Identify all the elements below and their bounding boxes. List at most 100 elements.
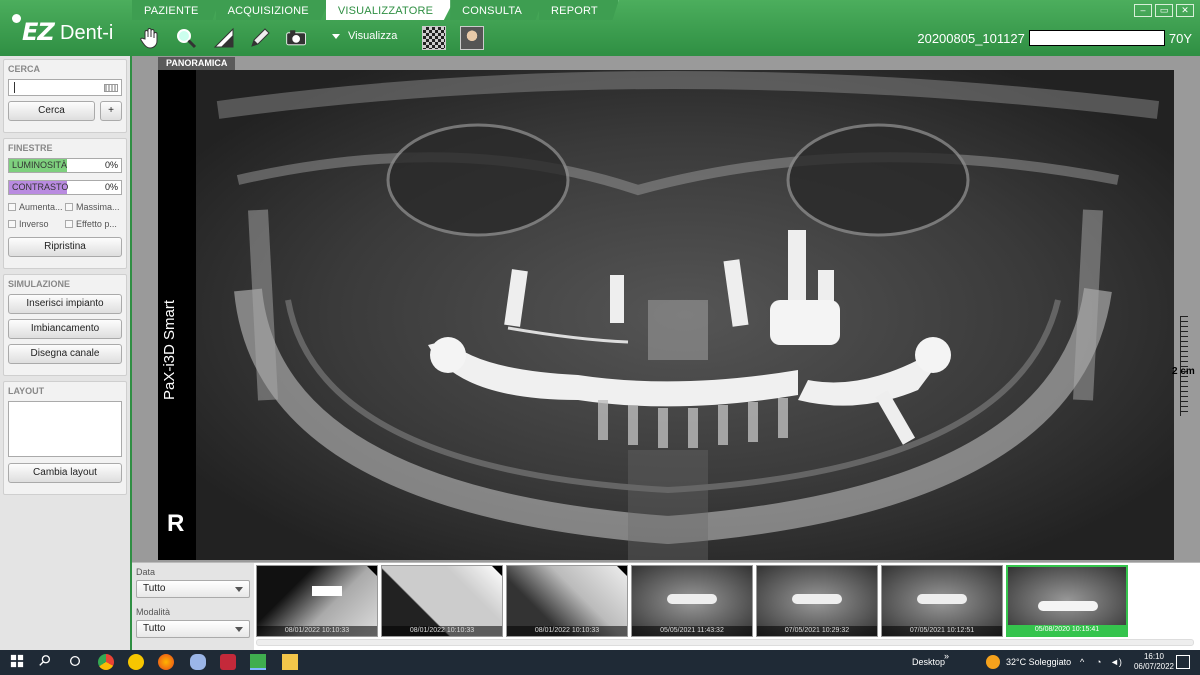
weather-text[interactable]: 32°C Soleggiato — [1006, 650, 1071, 675]
speaker-icon[interactable]: ◄) — [1110, 650, 1122, 675]
logo-main: EZ — [22, 18, 55, 46]
file-explorer-icon[interactable] — [282, 654, 298, 670]
thumbnail-date: 08/01/2022 10:10:33 — [382, 626, 502, 636]
hand-icon[interactable] — [136, 24, 164, 52]
mosaic-view-icon[interactable] — [422, 26, 446, 50]
imbiancamento-button[interactable]: Imbiancamento — [8, 319, 122, 339]
corner-marker — [367, 566, 377, 576]
app-red-icon[interactable] — [220, 654, 236, 670]
bridge-shape — [917, 594, 967, 604]
modalita-filter-select[interactable]: Tutto — [136, 620, 250, 638]
tab-report[interactable]: REPORT — [539, 0, 619, 20]
add-search-button[interactable]: + — [100, 101, 122, 121]
panoramic-xray[interactable]: PaX-i3D Smart R — [158, 70, 1174, 560]
inserisci-impianto-button[interactable]: Inserisci impianto — [8, 294, 122, 314]
aumenta-checkbox[interactable]: Aumenta... — [8, 202, 65, 212]
layout-section: LAYOUT Cambia layout — [3, 381, 127, 495]
tab-paziente[interactable]: PAZIENTE — [132, 0, 220, 20]
thumbnail-item[interactable]: 07/05/2021 10:29:32 — [756, 565, 878, 637]
checkbox-label: Massima... — [76, 202, 120, 212]
visualizza-dropdown[interactable]: Visualizza — [332, 30, 397, 42]
contrasto-slider[interactable]: CONTRASTO 0% — [8, 180, 122, 195]
tab-visualizzatore[interactable]: VISUALIZZATORE — [325, 0, 455, 20]
ruler-triangle-icon[interactable] — [210, 24, 238, 52]
chevron-up-icon[interactable]: » — [944, 644, 949, 669]
effetto-checkbox[interactable]: Effetto p... — [65, 219, 122, 229]
patient-info: 20200805_101127 70Y — [917, 30, 1192, 46]
notification-icon[interactable] — [1176, 655, 1190, 669]
massima-checkbox[interactable]: Massima... — [65, 202, 122, 212]
search-button[interactable]: Cerca — [8, 101, 95, 121]
window-controls: – ▭ ✕ — [1134, 4, 1194, 17]
keyboard-icon[interactable] — [104, 84, 118, 92]
side-marker: R — [167, 510, 185, 537]
patient-age: 70Y — [1168, 30, 1192, 46]
select-value: Tutto — [143, 583, 166, 594]
disegna-canale-button[interactable]: Disegna canale — [8, 344, 122, 364]
pencil-icon[interactable] — [246, 24, 274, 52]
task-view-icon[interactable] — [68, 654, 84, 670]
thumbnail-item[interactable]: 08/01/2022 10:10:33 — [381, 565, 503, 637]
bridge-shape — [1038, 601, 1098, 611]
thumbnail-item[interactable]: 07/05/2021 10:12:51 — [881, 565, 1003, 637]
data-filter-label: Data — [136, 567, 156, 577]
search-icon[interactable] — [38, 654, 54, 670]
main-tabs: PAZIENTE ACQUISIZIONE VISUALIZZATORE CON… — [132, 0, 619, 20]
thumbnail-date: 05/08/2020 10:15:41 — [1008, 625, 1126, 635]
app-yellow-icon[interactable] — [128, 654, 144, 670]
search-input[interactable] — [8, 79, 122, 96]
tab-consulta[interactable]: CONSULTA — [450, 0, 544, 20]
bridge-shape — [667, 594, 717, 604]
maximize-button[interactable]: ▭ — [1155, 4, 1173, 17]
checkbox-label: Effetto p... — [76, 219, 117, 229]
magnifier-icon[interactable] — [172, 24, 200, 52]
thumbnail-item-selected[interactable]: 05/08/2020 10:15:41 — [1006, 565, 1128, 637]
implant-shape — [312, 586, 342, 596]
inverso-checkbox[interactable]: Inverso — [8, 219, 65, 229]
thumbnail-scrollbar[interactable] — [256, 639, 1194, 646]
app-logo: EZ Dent-i — [8, 10, 128, 50]
firefox-icon[interactable] — [158, 654, 174, 670]
clock-time: 16:10 — [1143, 652, 1164, 661]
patient-name-redacted — [1028, 30, 1165, 46]
cambia-layout-button[interactable]: Cambia layout — [8, 463, 122, 483]
left-panel: CERCA Cerca + FINESTRE LUMINOSITÀ 0% CON… — [0, 56, 132, 650]
ripristina-button[interactable]: Ripristina — [8, 237, 122, 257]
slider-value: 0% — [104, 160, 118, 170]
chrome-icon[interactable] — [98, 654, 114, 670]
ezdent-taskbar-icon[interactable] — [250, 654, 266, 670]
section-title: CERCA — [8, 64, 41, 74]
thumbnail-item[interactable]: 08/01/2022 10:10:33 — [506, 565, 628, 637]
network-icon[interactable]: ◔ — [1096, 650, 1101, 675]
layout-preview[interactable] — [8, 401, 122, 457]
checkbox-box[interactable] — [65, 203, 73, 211]
checkbox-label: Aumenta... — [19, 202, 63, 212]
luminosita-slider[interactable]: LUMINOSITÀ 0% — [8, 158, 122, 173]
checkbox-box[interactable] — [8, 203, 16, 211]
tab-acquisizione[interactable]: ACQUISIZIONE — [215, 0, 330, 20]
checkbox-box[interactable] — [8, 220, 16, 228]
patient-id: 20200805_101127 — [917, 30, 1025, 46]
thumbnail-item[interactable]: 08/01/2022 10:10:33 — [256, 565, 378, 637]
close-button[interactable]: ✕ — [1176, 4, 1194, 17]
data-filter-select[interactable]: Tutto — [136, 580, 250, 598]
section-title: LAYOUT — [8, 386, 45, 396]
clock[interactable]: 16:10 06/07/2022 — [1134, 652, 1174, 672]
scale-label: 2 cm — [1172, 366, 1195, 377]
image-viewer[interactable]: PANORAMICA PaX-i3D Smart R 2 cm — [132, 56, 1200, 562]
tray-up-arrow-icon[interactable]: ^ — [1080, 650, 1084, 675]
simulazione-section: SIMULAZIONE Inserisci impianto Imbiancam… — [3, 274, 127, 376]
windows-start-icon[interactable] — [10, 654, 26, 670]
desktop-label[interactable]: Desktop — [912, 650, 945, 675]
camera-rotate-icon[interactable] — [282, 24, 312, 52]
minimize-button[interactable]: – — [1134, 4, 1152, 17]
checkbox-box[interactable] — [65, 220, 73, 228]
chevron-down-icon — [332, 33, 340, 39]
thumbnail-item[interactable]: 05/05/2021 11:43:32 — [631, 565, 753, 637]
slider-value: 0% — [104, 182, 118, 192]
thumbnail-date: 05/05/2021 11:43:32 — [632, 626, 752, 636]
clock-date: 06/07/2022 — [1133, 662, 1174, 671]
section-title: FINESTRE — [8, 143, 53, 153]
app-blue-icon[interactable] — [190, 654, 206, 670]
face-photo-icon[interactable] — [460, 26, 484, 50]
